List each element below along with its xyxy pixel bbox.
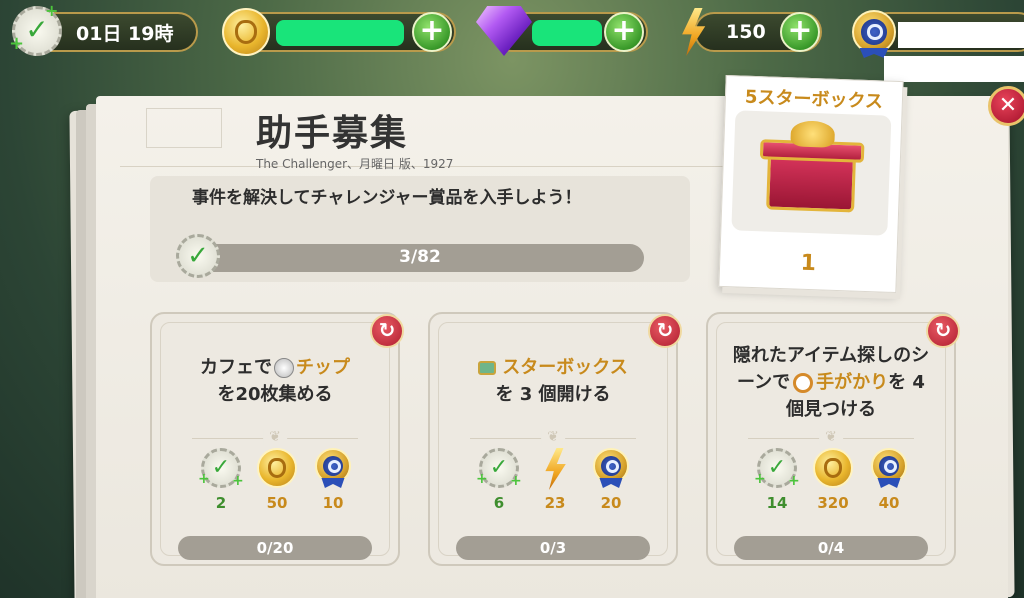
reward-card: 5スターボックス 1 [718, 74, 904, 294]
coin-icon [222, 8, 270, 56]
magnifier-medal-icon [871, 448, 907, 488]
checkmark-badge-icon: ✓ + + [9, 1, 62, 56]
main-progress-label: 3/82 [399, 247, 441, 267]
magnifier-medal-icon [593, 448, 629, 488]
task-progress-bar: 0/4 [734, 536, 928, 560]
mission-text: 事件を解決してチャレンジャー賞品を入手しよう！ [192, 188, 582, 208]
refresh-task-button[interactable]: ↻ [370, 314, 404, 348]
masthead-box [146, 108, 222, 148]
refresh-task-button[interactable]: ↻ [648, 314, 682, 348]
energy-count: 150 [726, 21, 766, 43]
checkmark-badge-icon: ✓ + + [198, 448, 244, 489]
divider-ornament [470, 438, 636, 439]
add-gems-button[interactable]: + [604, 12, 644, 52]
magnifier-medal-icon [315, 448, 351, 488]
redacted-clues [898, 22, 1024, 48]
reward-count: 1 [800, 250, 817, 277]
task-card-2: ↻ スターボックス を 3 個開ける ✓ + + 6 23 20 0/3 [428, 312, 682, 566]
task-card-1: ↻ カフェでチップ を20枚集める ✓ + + 2 50 10 0/20 [150, 312, 404, 566]
star-box-small-icon [478, 361, 497, 375]
checkmark-badge-icon: ✓ + + [754, 448, 800, 489]
close-button[interactable]: ✕ [988, 86, 1024, 126]
task-card-3: ↻ 隠れたアイテム探しのシーンで手がかりを 4 個見つける ✓ + + 14 3… [706, 312, 960, 566]
task-description: 隠れたアイテム探しのシーンで 手がかりを 4 個見つける [732, 345, 930, 420]
divider-ornament [192, 438, 358, 439]
page-title: 助手募集 [256, 113, 409, 154]
add-coins-button[interactable]: + [412, 12, 452, 52]
coin-icon [257, 448, 297, 488]
redacted-coins [276, 20, 404, 46]
timer-text: 01日 19時 [76, 22, 174, 45]
page-subtitle: The Challenger、月曜日 版、1927 [256, 157, 454, 171]
task-progress-bar: 0/20 [178, 536, 372, 560]
add-energy-button[interactable]: + [780, 12, 820, 52]
divider-ornament [748, 438, 914, 439]
tip-coin-icon [274, 358, 294, 378]
clue-magnifier-icon [793, 373, 814, 393]
reward-title: 5スターボックス [744, 86, 884, 113]
star-box-image [731, 110, 892, 236]
redacted-clues-2 [884, 56, 1024, 82]
checkmark-badge-icon: ✓ [176, 234, 220, 278]
task-description: スターボックス を 3 個開ける [444, 354, 662, 408]
coin-icon [813, 448, 853, 488]
main-progress-bar: 3/82 [196, 244, 644, 272]
redacted-gems [532, 20, 602, 46]
task-progress-bar: 0/3 [456, 536, 650, 560]
checkmark-badge-icon: ✓ + + [476, 448, 522, 489]
task-description: カフェで チップ を20枚集める [200, 357, 350, 405]
magnifier-medal-icon [852, 10, 896, 58]
